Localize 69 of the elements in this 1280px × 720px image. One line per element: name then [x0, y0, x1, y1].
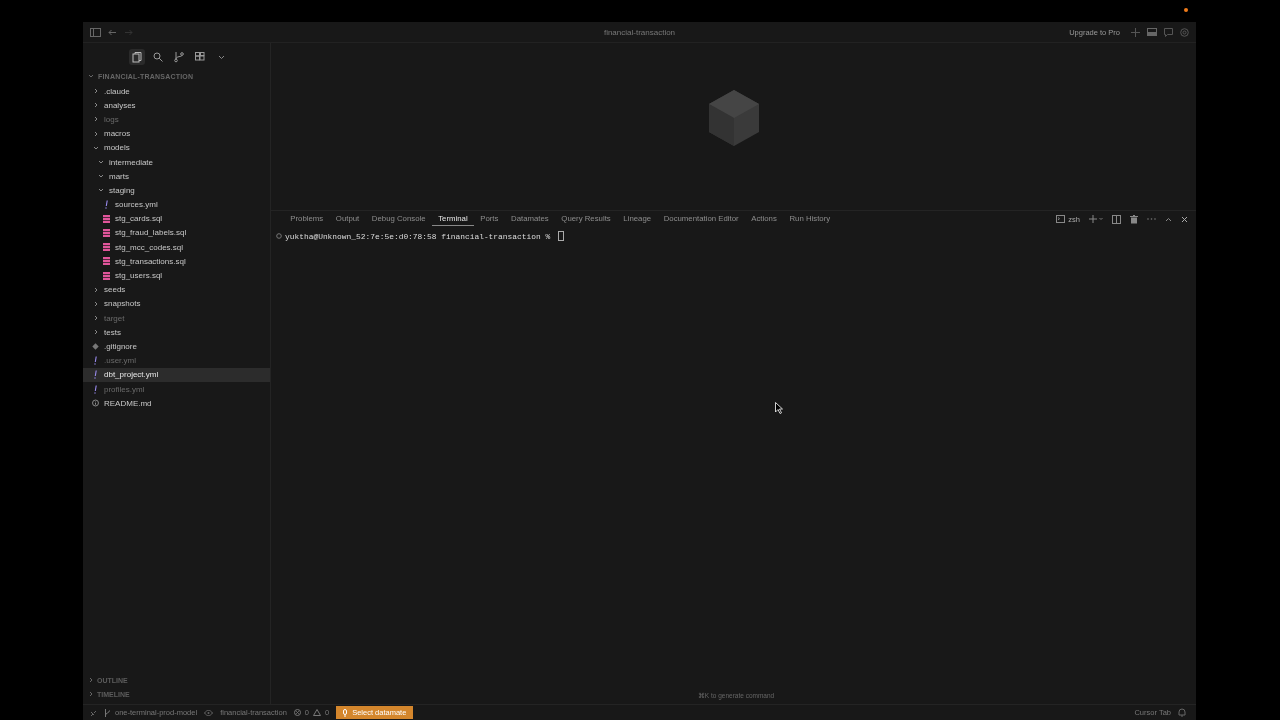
chevron-down-icon [88, 73, 94, 79]
search-icon [153, 51, 163, 63]
tree-item[interactable]: dbt_project.yml [83, 367, 270, 382]
tree-item[interactable]: README.md [83, 396, 270, 411]
back-arrow-icon[interactable] [108, 28, 117, 36]
tree-item[interactable]: stg_transactions.sql [83, 254, 270, 269]
chevron-right-icon [88, 677, 94, 683]
database-icon [103, 257, 110, 266]
pin-icon [343, 708, 348, 717]
files-icon [132, 51, 142, 63]
split-icon[interactable] [1112, 214, 1121, 224]
plus-icon[interactable] [1131, 27, 1140, 37]
dropdown-caret-icon[interactable] [217, 54, 225, 60]
extensions-icon [195, 51, 205, 63]
tree-item[interactable]: marts [83, 169, 270, 184]
tree-item[interactable]: target [83, 311, 270, 326]
tree-item[interactable]: staging [83, 183, 270, 198]
tree-item[interactable]: stg_cards.sql [83, 211, 270, 226]
bell-icon[interactable] [1178, 708, 1186, 717]
tree-item[interactable]: seeds [83, 282, 270, 297]
exclamation-icon [105, 200, 108, 210]
sidebar-toggle-icon[interactable] [90, 27, 101, 37]
mouse-pointer-icon [775, 402, 783, 414]
error-icon [293, 709, 301, 716]
tree-item[interactable]: profiles.yml [83, 381, 270, 397]
tree-item[interactable]: logs [83, 112, 270, 127]
warning-icon [313, 709, 321, 716]
exclamation-icon [94, 370, 97, 380]
close-icon[interactable] [1181, 215, 1188, 223]
tree-item[interactable]: .gitignore [83, 339, 270, 354]
tree-item[interactable]: intermediate [83, 154, 270, 170]
eye-icon[interactable] [204, 709, 214, 716]
terminal-icon [1056, 215, 1066, 223]
chevron-right-icon [88, 691, 94, 697]
tree-item[interactable]: snapshots [83, 296, 270, 311]
tree-item[interactable]: stg_fraud_labels.sql [83, 225, 270, 241]
exclamation-icon [94, 384, 97, 394]
tree-item[interactable]: stg_users.sql [83, 268, 270, 283]
recording-dot-icon [1184, 8, 1188, 12]
cube-logo-icon [707, 88, 760, 147]
chat-icon[interactable] [1164, 27, 1173, 37]
new-terminal-icon[interactable] [1089, 215, 1103, 223]
chevron-down-icon [92, 144, 99, 151]
database-icon [103, 271, 110, 280]
settings-icon[interactable] [1180, 27, 1189, 37]
database-icon [103, 243, 110, 252]
diamond-icon [92, 342, 99, 350]
view-tab[interactable] [171, 49, 187, 65]
terminal-cursor [557, 231, 564, 241]
prompt-circle-icon [276, 233, 282, 239]
tree-item[interactable]: models [83, 140, 270, 155]
panel-layout-icon[interactable] [1147, 28, 1157, 36]
source-control-icon [174, 51, 184, 63]
tree-item[interactable]: .claude [83, 84, 270, 99]
branch-icon [104, 708, 111, 717]
tree-item[interactable]: tests [83, 325, 270, 340]
exclamation-icon [94, 356, 97, 366]
tree-item[interactable]: analyses [83, 98, 270, 113]
view-tab[interactable] [129, 49, 145, 65]
window-title: financial-transaction [603, 27, 676, 37]
tree-item[interactable]: sources.yml [83, 197, 270, 212]
database-icon [103, 228, 110, 237]
remote-icon[interactable] [90, 708, 97, 717]
maximize-caret-icon[interactable] [1165, 216, 1172, 222]
database-icon [103, 214, 110, 223]
tree-item[interactable]: stg_mcc_codes.sql [83, 240, 270, 255]
info-icon [92, 399, 99, 408]
tree-item[interactable]: macros [83, 126, 270, 141]
trash-icon[interactable] [1130, 214, 1138, 224]
